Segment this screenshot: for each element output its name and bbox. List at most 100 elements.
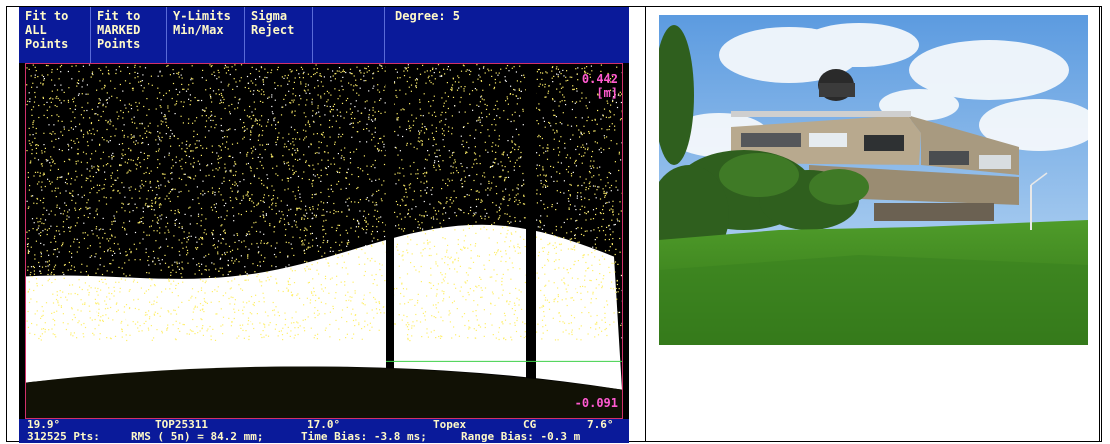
- residual-point: [508, 194, 510, 196]
- residual-point: [448, 296, 450, 298]
- residual-point: [97, 106, 99, 108]
- y-limits-button[interactable]: Y-Limits Min/Max: [167, 7, 245, 63]
- residual-point: [544, 86, 546, 88]
- residual-point: [82, 151, 85, 153]
- residual-point: [357, 226, 360, 228]
- residual-point: [608, 249, 610, 252]
- residual-point: [316, 269, 318, 271]
- residual-point: [85, 179, 87, 182]
- residual-point: [576, 197, 578, 199]
- residual-point: [77, 194, 79, 196]
- residual-point: [450, 196, 452, 199]
- residual-point: [556, 66, 558, 68]
- residual-point: [122, 90, 124, 92]
- residual-point: [281, 76, 283, 78]
- residual-point: [234, 241, 236, 243]
- residual-point: [264, 311, 267, 313]
- residual-point: [374, 111, 376, 113]
- residual-point: [406, 273, 409, 275]
- residual-point: [242, 324, 244, 326]
- column-divider: [1099, 7, 1100, 441]
- residual-point: [608, 147, 610, 149]
- residual-point: [536, 152, 538, 154]
- residual-point: [453, 326, 455, 328]
- residual-point: [318, 177, 320, 179]
- residual-point: [570, 184, 572, 186]
- residual-point: [593, 130, 595, 132]
- residual-point: [456, 89, 459, 91]
- residual-point: [40, 218, 42, 220]
- residual-point: [114, 217, 116, 219]
- residual-point: [149, 301, 151, 303]
- residual-point: [148, 264, 150, 266]
- residual-point: [427, 242, 429, 244]
- residual-point: [167, 327, 169, 329]
- residual-point: [614, 129, 616, 131]
- residual-point: [273, 189, 275, 191]
- residual-point: [320, 141, 322, 144]
- residual-point: [462, 140, 464, 142]
- residual-point: [476, 120, 478, 122]
- residual-point: [563, 75, 565, 77]
- residual-point: [326, 145, 328, 147]
- residual-point: [561, 123, 563, 125]
- residual-point: [175, 156, 177, 158]
- residual-point: [458, 335, 460, 337]
- residual-point: [397, 117, 399, 119]
- residual-point: [221, 254, 223, 256]
- residual-point: [294, 195, 296, 197]
- residual-point: [506, 98, 509, 100]
- residual-point: [518, 146, 520, 148]
- residual-point: [309, 302, 311, 304]
- sigma-reject-button[interactable]: Sigma Reject: [245, 7, 313, 63]
- residual-point: [192, 150, 194, 152]
- residual-point: [567, 79, 569, 81]
- residual-point: [88, 294, 90, 296]
- residual-point: [294, 334, 296, 336]
- residual-point: [33, 120, 35, 122]
- residual-point: [153, 257, 155, 259]
- residual-point: [50, 156, 52, 158]
- residual-point: [498, 138, 500, 140]
- residual-point: [334, 73, 336, 75]
- residual-point: [111, 254, 113, 256]
- residual-point: [307, 217, 309, 219]
- residual-point: [193, 178, 195, 180]
- residual-point: [113, 215, 115, 217]
- residual-point: [32, 106, 35, 108]
- residual-point: [374, 131, 376, 133]
- residual-point: [293, 282, 296, 284]
- residual-point: [65, 296, 67, 298]
- residual-point: [259, 124, 261, 126]
- residual-point: [192, 258, 194, 260]
- residual-point: [51, 71, 53, 73]
- residual-point: [308, 123, 311, 126]
- residual-point: [487, 273, 489, 275]
- residual-point: [153, 300, 155, 302]
- degree-button[interactable]: Degree: 5: [385, 7, 629, 63]
- residual-point: [382, 306, 384, 308]
- residual-point: [285, 104, 287, 106]
- residual-point: [99, 320, 101, 322]
- residual-point: [444, 276, 446, 278]
- residual-point: [286, 332, 288, 334]
- residual-point: [552, 109, 554, 111]
- residual-point: [286, 177, 288, 179]
- residual-point: [121, 130, 124, 132]
- residual-point: [494, 251, 496, 254]
- residual-point: [293, 254, 295, 256]
- empty-menu-button[interactable]: [313, 7, 385, 63]
- fit-all-points-button[interactable]: Fit to ALL Points: [19, 7, 91, 63]
- residual-point: [155, 201, 157, 203]
- residual-point: [119, 308, 121, 310]
- residual-point: [566, 70, 568, 72]
- residual-point: [592, 246, 594, 248]
- residual-point: [41, 306, 43, 308]
- residual-point: [100, 289, 102, 291]
- residual-point: [141, 183, 143, 185]
- residual-point: [27, 266, 29, 268]
- residual-plot-area[interactable]: 0.442 [m] -0.091: [25, 63, 623, 419]
- fit-marked-points-button[interactable]: Fit to MARKED Points: [91, 7, 167, 63]
- residual-point: [291, 99, 293, 101]
- residual-point: [74, 316, 76, 319]
